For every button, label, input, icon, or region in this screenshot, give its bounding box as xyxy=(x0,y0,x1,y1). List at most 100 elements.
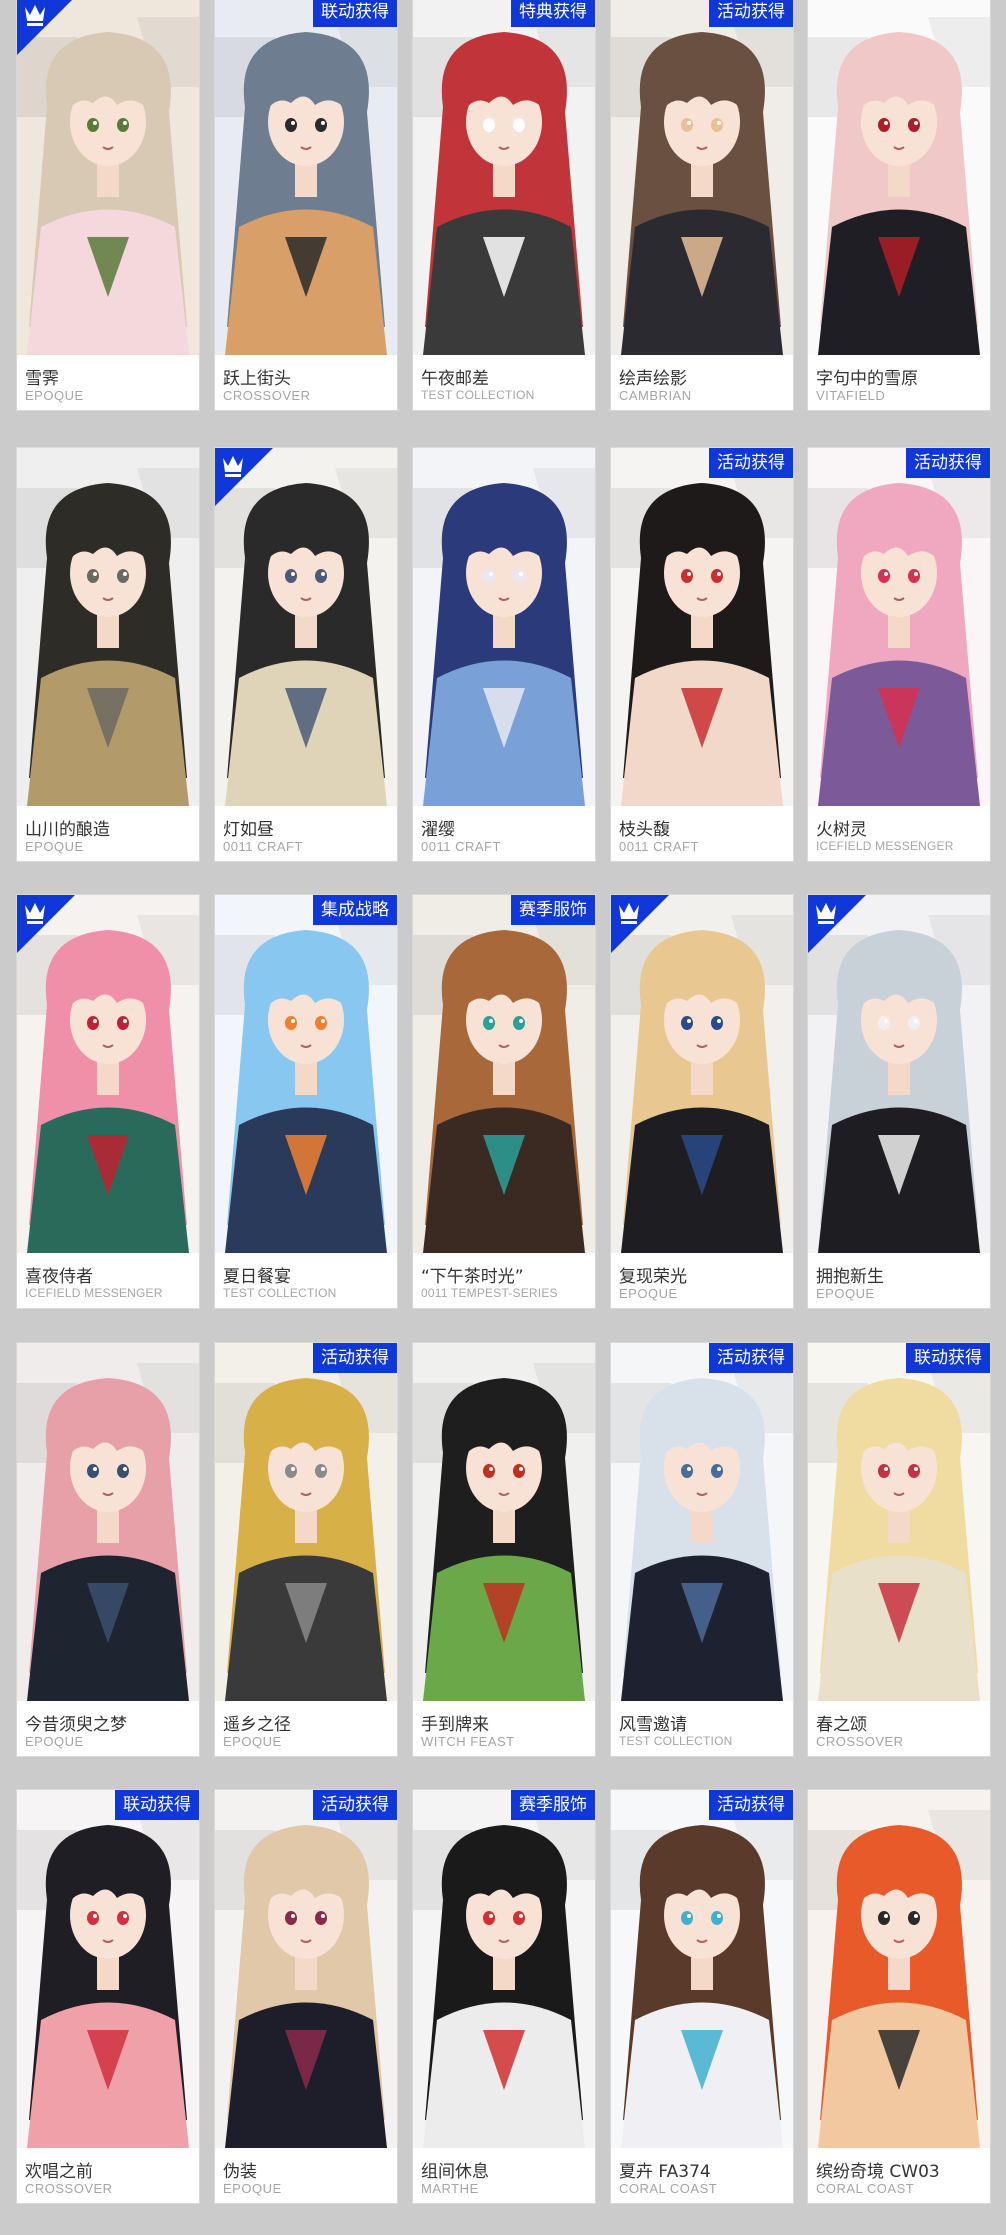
skin-name: 遥乡之径 xyxy=(223,1715,291,1735)
skin-card[interactable]: 山川的酿造 EPOQUE xyxy=(17,448,199,861)
skin-card[interactable]: 复现荣光 EPOQUE xyxy=(611,895,793,1308)
skin-artwork[interactable] xyxy=(215,1790,397,2148)
skin-brand: CORAL COAST xyxy=(619,2181,718,2196)
skin-brand: CORAL COAST xyxy=(816,2181,915,2196)
skin-caption: 灯如昼 0011 CRAFT xyxy=(215,806,397,861)
skin-card[interactable]: 活动获得 遥乡之径 EPOQUE xyxy=(215,1343,397,1756)
skin-grid: 雪霁 EPOQUE 联动获得 跃上街头 CROSSOVER 特典获得 午夜邮差 TEST CO… xyxy=(0,0,1006,2235)
skin-brand: CROSSOVER xyxy=(816,1734,904,1749)
acquisition-badge: 集成战略 xyxy=(313,895,397,925)
skin-card[interactable]: 雪霁 EPOQUE xyxy=(17,0,199,410)
acquisition-badge: 活动获得 xyxy=(709,448,793,478)
skin-name: 跃上街头 xyxy=(223,369,291,389)
acquisition-badge: 活动获得 xyxy=(709,1343,793,1373)
skin-artwork[interactable] xyxy=(808,448,990,806)
acquisition-badge: 赛季服饰 xyxy=(511,895,595,925)
skin-name: 灯如昼 xyxy=(223,820,274,840)
skin-artwork[interactable] xyxy=(413,0,595,355)
skin-card[interactable]: 字句中的雪原 VITAFIELD xyxy=(808,0,990,410)
skin-name: 山川的酿造 xyxy=(25,820,110,840)
skin-name: 枝头馥 xyxy=(619,820,670,840)
acquisition-badge: 联动获得 xyxy=(906,1343,990,1373)
skin-artwork[interactable] xyxy=(17,448,199,806)
skin-card[interactable]: 集成战略夏日餐宴 TEST COLLECTION xyxy=(215,895,397,1308)
skin-card[interactable]: 活动获得 伪装 EPOQUE xyxy=(215,1790,397,2203)
skin-caption: 手到牌来 WITCH FEAST xyxy=(413,1701,595,1756)
skin-caption: 伪装 EPOQUE xyxy=(215,2148,397,2203)
skin-card[interactable]: 联动获得春之颂 CROSSOVER xyxy=(808,1343,990,1756)
skin-brand: TEST COLLECTION xyxy=(223,1286,337,1300)
skin-artwork[interactable] xyxy=(215,0,397,355)
skin-card[interactable]: 今昔须臾之梦 EPOQUE xyxy=(17,1343,199,1756)
skin-name: “下午茶时光” xyxy=(421,1267,524,1287)
skin-artwork[interactable] xyxy=(17,1343,199,1701)
skin-brand: MARTHE xyxy=(421,2181,479,2196)
skin-card[interactable]: 缤纷奇境 CW03 CORAL COAST xyxy=(808,1790,990,2203)
skin-caption: 跃上街头 CROSSOVER xyxy=(215,355,397,410)
skin-name: 雪霁 xyxy=(25,369,59,389)
acquisition-badge: 活动获得 xyxy=(709,0,793,27)
skin-name: 春之颂 xyxy=(816,1715,867,1735)
skin-artwork[interactable] xyxy=(611,1790,793,2148)
skin-artwork[interactable] xyxy=(611,1343,793,1701)
skin-card[interactable]: 活动获得风雪邀请 TEST COLLECTION xyxy=(611,1343,793,1756)
skin-brand: 0011 TEMPEST-SERIES xyxy=(421,1286,558,1300)
skin-card[interactable]: 活动获得 枝头馥 0011 CRAFT xyxy=(611,448,793,861)
skin-artwork[interactable] xyxy=(808,1343,990,1701)
skin-caption: 山川的酿造 EPOQUE xyxy=(17,806,199,861)
skin-card[interactable]: 拥抱新生 EPOQUE xyxy=(808,895,990,1308)
skin-name: 拥抱新生 xyxy=(816,1267,884,1287)
skin-caption: 欢唱之前 CROSSOVER xyxy=(17,2148,199,2203)
skin-brand: WITCH FEAST xyxy=(421,1734,515,1749)
acquisition-badge: 特典获得 xyxy=(511,0,595,27)
skin-artwork[interactable] xyxy=(611,448,793,806)
skin-card[interactable]: 赛季服饰 组间休息 MARTHE xyxy=(413,1790,595,2203)
skin-card[interactable]: 活动获得 火树灵 ICEFIELD MESSENGER xyxy=(808,448,990,861)
skin-caption: 午夜邮差 TEST COLLECTION xyxy=(413,355,595,410)
skin-brand: 0011 CRAFT xyxy=(421,839,501,854)
skin-caption: 复现荣光 EPOQUE xyxy=(611,1253,793,1308)
acquisition-badge: 活动获得 xyxy=(709,1790,793,1820)
skin-artwork[interactable] xyxy=(17,1790,199,2148)
skin-card[interactable]: 特典获得午夜邮差 TEST COLLECTION xyxy=(413,0,595,410)
crown-icon xyxy=(808,895,866,953)
skin-artwork[interactable] xyxy=(413,1343,595,1701)
skin-name: 今昔须臾之梦 xyxy=(25,1715,127,1735)
skin-name: 夏卉 FA374 xyxy=(619,2162,711,2182)
skin-card[interactable]: 活动获得 绘声绘影 CAMBRIAN xyxy=(611,0,793,410)
skin-brand: EPOQUE xyxy=(816,1286,875,1301)
skin-artwork[interactable] xyxy=(413,448,595,806)
skin-brand: EPOQUE xyxy=(25,388,84,403)
skin-brand: 0011 CRAFT xyxy=(223,839,303,854)
skin-card[interactable]: 喜夜侍者 ICEFIELD MESSENGER xyxy=(17,895,199,1308)
skin-card[interactable]: 联动获得 欢唱之前 CROSSOVER xyxy=(17,1790,199,2203)
skin-brand: EPOQUE xyxy=(25,839,84,854)
acquisition-badge: 联动获得 xyxy=(313,0,397,27)
skin-artwork[interactable] xyxy=(808,0,990,355)
skin-card[interactable]: 濯缨 0011 CRAFT xyxy=(413,448,595,861)
skin-caption: 拥抱新生 EPOQUE xyxy=(808,1253,990,1308)
skin-brand: CROSSOVER xyxy=(25,2181,113,2196)
skin-name: 午夜邮差 xyxy=(421,369,489,389)
skin-artwork[interactable] xyxy=(611,0,793,355)
skin-artwork[interactable] xyxy=(215,895,397,1253)
skin-caption: 夏日餐宴 TEST COLLECTION xyxy=(215,1253,397,1308)
skin-brand: ICEFIELD MESSENGER xyxy=(816,839,954,853)
skin-name: 欢唱之前 xyxy=(25,2162,93,2182)
skin-caption: 濯缨 0011 CRAFT xyxy=(413,806,595,861)
crown-icon xyxy=(17,895,75,953)
skin-artwork[interactable] xyxy=(413,1790,595,2148)
skin-caption: 遥乡之径 EPOQUE xyxy=(215,1701,397,1756)
skin-caption: 火树灵 ICEFIELD MESSENGER xyxy=(808,806,990,861)
skin-artwork[interactable] xyxy=(413,895,595,1253)
skin-brand: ICEFIELD MESSENGER xyxy=(25,1286,163,1300)
skin-caption: 风雪邀请 TEST COLLECTION xyxy=(611,1701,793,1756)
skin-card[interactable]: 联动获得跃上街头 CROSSOVER xyxy=(215,0,397,410)
skin-card[interactable]: 手到牌来 WITCH FEAST xyxy=(413,1343,595,1756)
skin-brand: TEST COLLECTION xyxy=(619,1734,733,1748)
skin-artwork[interactable] xyxy=(808,1790,990,2148)
skin-card[interactable]: 灯如昼 0011 CRAFT xyxy=(215,448,397,861)
skin-card[interactable]: 活动获得夏卉 FA374 CORAL COAST xyxy=(611,1790,793,2203)
skin-artwork[interactable] xyxy=(215,1343,397,1701)
skin-card[interactable]: 赛季服饰 “下午茶时光” 0011 TEMPEST-SERIES xyxy=(413,895,595,1308)
